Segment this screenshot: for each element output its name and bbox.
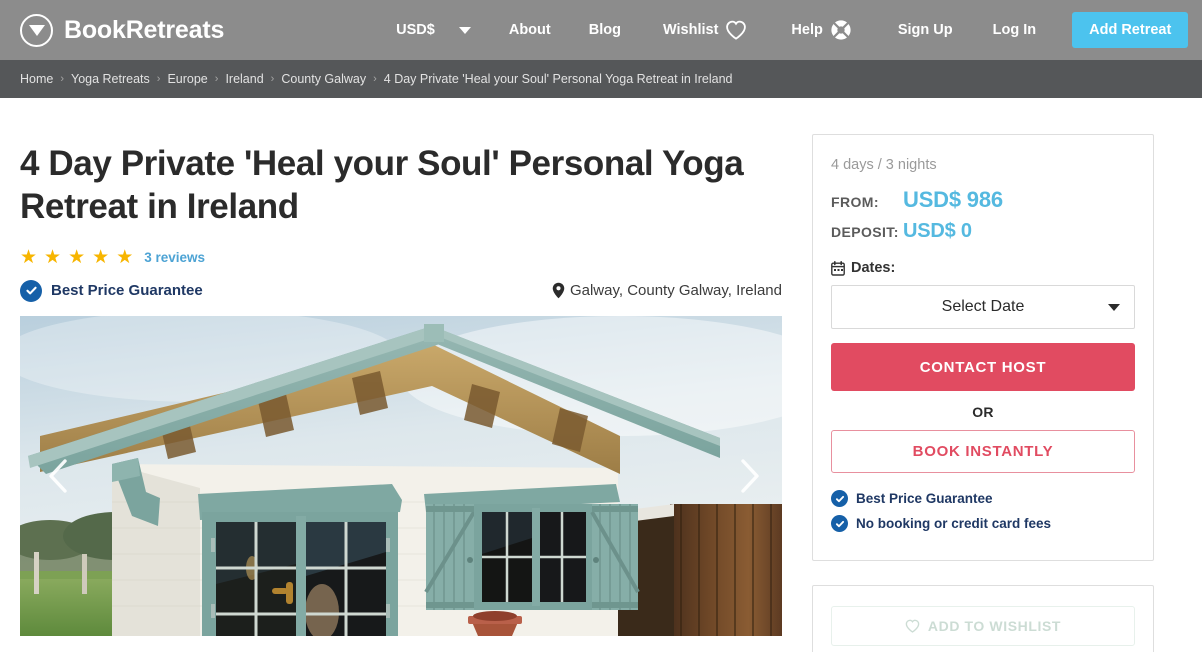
nav-item-wishlist-label: Wishlist bbox=[662, 22, 719, 38]
or-divider-label: OR bbox=[972, 404, 994, 420]
chevron-left-icon bbox=[49, 459, 67, 493]
contact-host-button[interactable]: CONTACT HOST bbox=[831, 343, 1135, 391]
triangle-in-circle-logo-icon bbox=[20, 13, 53, 47]
deposit-price-row: DEPOSIT: USD$ 0 bbox=[831, 220, 1135, 243]
chevron-down-icon bbox=[1108, 303, 1120, 311]
breadcrumb-separator-icon: › bbox=[373, 73, 377, 85]
page-body: 4 Day Private 'Heal your Soul' Personal … bbox=[0, 98, 1202, 652]
from-price-row: FROM: USD$ 986 bbox=[831, 187, 1135, 213]
from-price-value: USD$ 986 bbox=[903, 187, 1003, 212]
guarantee-item: Best Price Guarantee bbox=[831, 490, 1135, 507]
breadcrumb-item-yoga-retreats[interactable]: Yoga Retreats bbox=[71, 72, 150, 86]
breadcrumb-item-ireland[interactable]: Ireland bbox=[225, 72, 263, 86]
guarantee-item: No booking or credit card fees bbox=[831, 515, 1135, 532]
dates-label: Dates: bbox=[851, 260, 896, 276]
best-price-guarantee-badge[interactable]: Best Price Guarantee bbox=[20, 279, 203, 302]
reviews-link[interactable]: 3 reviews bbox=[144, 250, 205, 265]
from-price-label: FROM: bbox=[831, 194, 879, 210]
guarantee-list: Best Price Guarantee No booking or credi… bbox=[831, 490, 1135, 532]
check-circle-icon bbox=[831, 515, 848, 532]
check-circle-icon bbox=[831, 490, 848, 507]
wishlist-card: ADD TO WISHLIST bbox=[812, 585, 1154, 652]
brand-name: BookRetreats bbox=[64, 15, 225, 44]
dates-label-row: Dates: bbox=[831, 260, 1135, 276]
nav-item-about[interactable]: About bbox=[509, 22, 551, 38]
rating-row: ★ ★ ★ ★ ★ 3 reviews bbox=[20, 248, 782, 267]
breadcrumb-item-europe[interactable]: Europe bbox=[167, 72, 207, 86]
booking-card: 4 days / 3 nights FROM: USD$ 986 DEPOSIT… bbox=[812, 134, 1154, 561]
guarantee-label: Best Price Guarantee bbox=[856, 491, 993, 506]
add-to-wishlist-label: ADD TO WISHLIST bbox=[927, 618, 1062, 634]
breadcrumb-separator-icon: › bbox=[214, 73, 219, 85]
currency-selector[interactable]: USD$ bbox=[396, 22, 435, 38]
gallery-hero-image[interactable] bbox=[20, 315, 782, 636]
retreat-duration: 4 days / 3 nights bbox=[831, 157, 937, 173]
best-price-guarantee-label: Best Price Guarantee bbox=[51, 282, 203, 300]
date-select-value: Select Date bbox=[941, 298, 1025, 315]
add-retreat-button[interactable]: Add Retreat bbox=[1072, 12, 1189, 48]
nav-item-help-label: Help bbox=[791, 22, 823, 38]
cabin-photo bbox=[20, 315, 782, 636]
nav-item-wishlist[interactable]: Wishlist bbox=[663, 20, 747, 40]
breadcrumb-item-home[interactable]: Home bbox=[20, 72, 53, 86]
chevron-down-icon[interactable] bbox=[458, 26, 471, 34]
heart-icon bbox=[726, 20, 747, 40]
gallery-prev-button[interactable] bbox=[38, 453, 78, 499]
gallery-next-button[interactable] bbox=[730, 453, 770, 499]
main-navigation: USD$ About Blog Wishlist Help Sign Up Lo… bbox=[396, 12, 1189, 48]
deposit-price-value: USD$ 0 bbox=[903, 220, 972, 242]
calendar-icon bbox=[831, 260, 845, 276]
listing-location: Galway, County Galway, Ireland bbox=[552, 282, 782, 299]
guarantee-label: No booking or credit card fees bbox=[856, 516, 1052, 531]
star-icon: ★ bbox=[44, 246, 64, 268]
star-icon: ★ bbox=[92, 246, 112, 268]
add-to-wishlist-button[interactable]: ADD TO WISHLIST bbox=[831, 606, 1135, 646]
site-header: BookRetreats USD$ About Blog Wishlist He… bbox=[0, 0, 1202, 60]
listing-meta-row: Best Price Guarantee Galway, County Galw… bbox=[20, 279, 782, 302]
breadcrumb-item-county-galway[interactable]: County Galway bbox=[281, 72, 366, 86]
star-icon: ★ bbox=[20, 246, 40, 268]
breadcrumb-separator-icon: › bbox=[270, 73, 275, 85]
lifebuoy-icon bbox=[831, 20, 851, 40]
check-circle-icon bbox=[20, 279, 42, 302]
brand-logo-link[interactable]: BookRetreats bbox=[20, 13, 225, 47]
nav-item-login[interactable]: Log In bbox=[993, 22, 1037, 38]
page-title: 4 Day Private 'Heal your Soul' Personal … bbox=[20, 144, 744, 227]
nav-item-blog[interactable]: Blog bbox=[589, 22, 621, 38]
heart-icon bbox=[905, 619, 920, 633]
breadcrumb-item-current: 4 Day Private 'Heal your Soul' Personal … bbox=[383, 72, 733, 86]
listing-location-text: Galway, County Galway, Ireland bbox=[569, 282, 782, 300]
chevron-right-icon bbox=[741, 459, 759, 493]
listing-main-column: 4 Day Private 'Heal your Soul' Personal … bbox=[20, 98, 782, 652]
breadcrumb: Home › Yoga Retreats › Europe › Ireland … bbox=[0, 60, 1202, 98]
star-icon: ★ bbox=[68, 246, 88, 268]
map-pin-icon bbox=[552, 282, 565, 299]
booking-sidebar: 4 days / 3 nights FROM: USD$ 986 DEPOSIT… bbox=[782, 98, 1154, 652]
breadcrumb-separator-icon: › bbox=[60, 73, 65, 85]
breadcrumb-separator-icon: › bbox=[156, 73, 161, 85]
deposit-price-label: DEPOSIT: bbox=[831, 224, 899, 240]
date-select-dropdown[interactable]: Select Date bbox=[831, 285, 1135, 329]
nav-item-help[interactable]: Help bbox=[791, 19, 851, 41]
book-instantly-button[interactable]: BOOK INSTANTLY bbox=[831, 430, 1135, 473]
nav-item-signup[interactable]: Sign Up bbox=[898, 22, 953, 38]
star-icon: ★ bbox=[116, 246, 136, 268]
